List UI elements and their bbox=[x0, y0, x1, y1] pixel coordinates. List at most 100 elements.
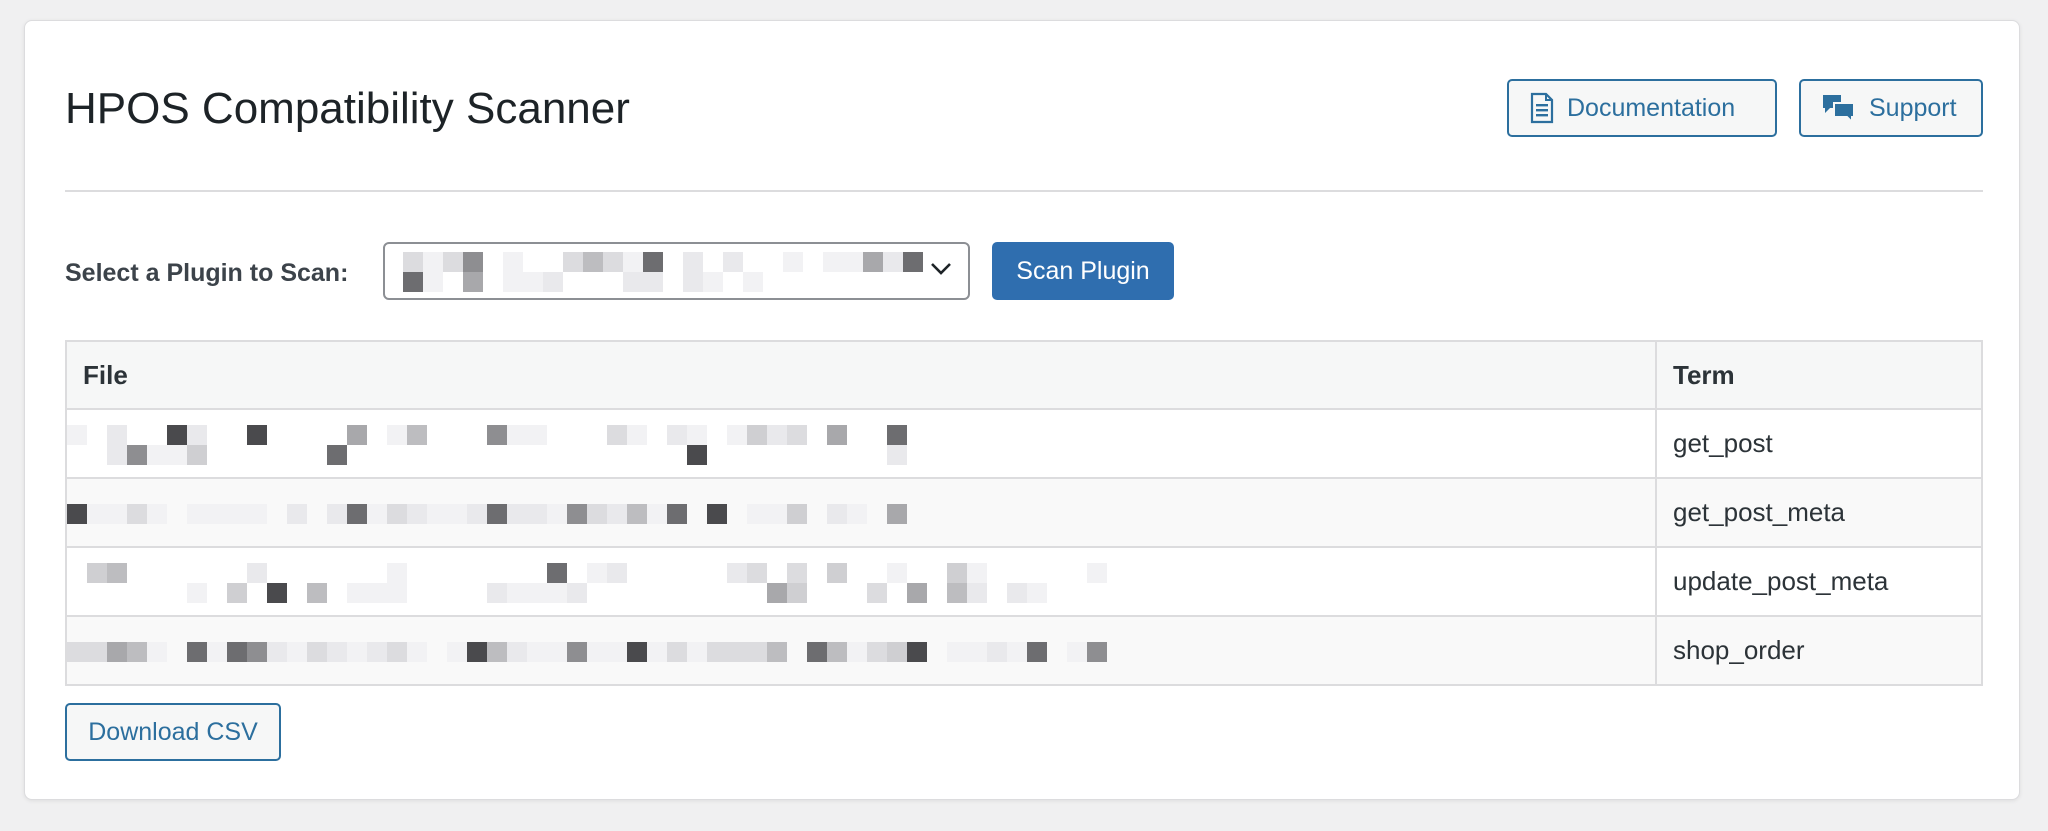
redaction-pixel bbox=[147, 642, 167, 662]
scanner-panel: HPOS Compatibility Scanner Documentation… bbox=[24, 20, 2020, 800]
redaction-pixel bbox=[687, 642, 707, 662]
redaction-pixel bbox=[467, 504, 487, 524]
redaction-pixel bbox=[783, 252, 803, 272]
redaction-pixel bbox=[583, 252, 603, 272]
redaction-pixel bbox=[847, 504, 867, 524]
chevron-down-icon bbox=[930, 262, 952, 281]
redaction-pixel bbox=[87, 563, 107, 583]
redaction-pixel bbox=[423, 252, 443, 272]
redaction-pixel bbox=[67, 642, 87, 662]
redaction-pixel bbox=[843, 252, 863, 272]
table-header-row: File Term bbox=[65, 340, 1983, 410]
redaction-pixel bbox=[187, 642, 207, 662]
redaction-pixel bbox=[487, 583, 507, 603]
redaction-pixel bbox=[687, 425, 707, 445]
redaction-pixel bbox=[327, 504, 347, 524]
document-icon bbox=[1529, 92, 1555, 124]
redaction-pixel bbox=[387, 563, 407, 583]
redaction-pixel bbox=[107, 563, 127, 583]
redaction-pixel bbox=[567, 642, 587, 662]
redaction-pixel bbox=[387, 583, 407, 603]
redaction-pixel bbox=[127, 504, 147, 524]
redaction-pixel bbox=[567, 504, 587, 524]
redaction-pixel bbox=[747, 642, 767, 662]
redaction-pixel bbox=[887, 445, 907, 465]
redaction-pixel bbox=[1027, 642, 1047, 662]
redaction-pixel bbox=[867, 642, 887, 662]
redaction-pixel bbox=[987, 642, 1007, 662]
redaction-pixel bbox=[187, 583, 207, 603]
redaction-pixel bbox=[487, 504, 507, 524]
redaction-pixel bbox=[267, 642, 287, 662]
redaction-pixel bbox=[907, 642, 927, 662]
redaction-pixel bbox=[507, 642, 527, 662]
support-button[interactable]: Support bbox=[1799, 79, 1983, 137]
term-cell: get_post bbox=[1655, 408, 1983, 479]
redaction-pixel bbox=[347, 425, 367, 445]
redaction-pixel bbox=[767, 642, 787, 662]
column-header-term: Term bbox=[1655, 340, 1983, 410]
redaction-pixel bbox=[967, 642, 987, 662]
redaction-pixel bbox=[587, 642, 607, 662]
term-cell: shop_order bbox=[1655, 615, 1983, 686]
page-title: HPOS Compatibility Scanner bbox=[65, 84, 630, 133]
redaction-pixel bbox=[767, 583, 787, 603]
redaction-pixel bbox=[467, 642, 487, 662]
redaction-pixel bbox=[887, 642, 907, 662]
plugin-select[interactable] bbox=[383, 242, 970, 300]
redaction-pixel bbox=[167, 425, 187, 445]
redaction-pixel bbox=[747, 504, 767, 524]
redaction-pixel bbox=[207, 504, 227, 524]
redaction-pixel bbox=[407, 425, 427, 445]
redaction-pixel bbox=[327, 642, 347, 662]
redaction-pixel bbox=[527, 583, 547, 603]
documentation-button[interactable]: Documentation bbox=[1507, 79, 1777, 137]
redaction-pixel bbox=[823, 252, 843, 272]
scan-plugin-button[interactable]: Scan Plugin bbox=[992, 242, 1174, 300]
redaction-pixel bbox=[147, 445, 167, 465]
redaction-pixel bbox=[647, 642, 667, 662]
redaction-pixel bbox=[403, 272, 423, 292]
redaction-pixel bbox=[607, 425, 627, 445]
redaction-pixel bbox=[207, 642, 227, 662]
redaction-pixel bbox=[543, 272, 563, 292]
redaction-pixel bbox=[747, 425, 767, 445]
redaction-pixel bbox=[587, 504, 607, 524]
redaction-pixel bbox=[127, 642, 147, 662]
redaction-pixel bbox=[167, 445, 187, 465]
redaction-pixel bbox=[863, 252, 883, 272]
redaction-pixel bbox=[67, 425, 87, 445]
redaction-pixel bbox=[387, 425, 407, 445]
table-row: get_post bbox=[65, 408, 1983, 479]
redacted-plugin-name bbox=[403, 250, 923, 294]
redaction-pixel bbox=[503, 252, 523, 272]
term-cell: get_post_meta bbox=[1655, 477, 1983, 548]
redaction-pixel bbox=[463, 272, 483, 292]
redaction-pixel bbox=[887, 425, 907, 445]
redaction-pixel bbox=[547, 583, 567, 603]
redaction-pixel bbox=[247, 504, 267, 524]
redaction-pixel bbox=[683, 252, 703, 272]
redaction-pixel bbox=[787, 563, 807, 583]
redaction-pixel bbox=[547, 504, 567, 524]
redaction-pixel bbox=[507, 583, 527, 603]
redaction-pixel bbox=[247, 563, 267, 583]
redaction-pixel bbox=[947, 583, 967, 603]
redaction-pixel bbox=[347, 504, 367, 524]
redaction-pixel bbox=[347, 642, 367, 662]
redaction-pixel bbox=[883, 252, 903, 272]
redaction-pixel bbox=[267, 583, 287, 603]
redaction-pixel bbox=[903, 252, 923, 272]
redaction-pixel bbox=[827, 563, 847, 583]
redaction-pixel bbox=[727, 642, 747, 662]
redaction-pixel bbox=[723, 252, 743, 272]
redaction-pixel bbox=[443, 252, 463, 272]
redaction-pixel bbox=[787, 583, 807, 603]
redaction-pixel bbox=[507, 504, 527, 524]
redaction-pixel bbox=[643, 252, 663, 272]
redaction-pixel bbox=[967, 563, 987, 583]
redaction-pixel bbox=[1007, 642, 1027, 662]
redaction-pixel bbox=[527, 425, 547, 445]
redaction-pixel bbox=[187, 425, 207, 445]
download-csv-button[interactable]: Download CSV bbox=[65, 703, 281, 761]
